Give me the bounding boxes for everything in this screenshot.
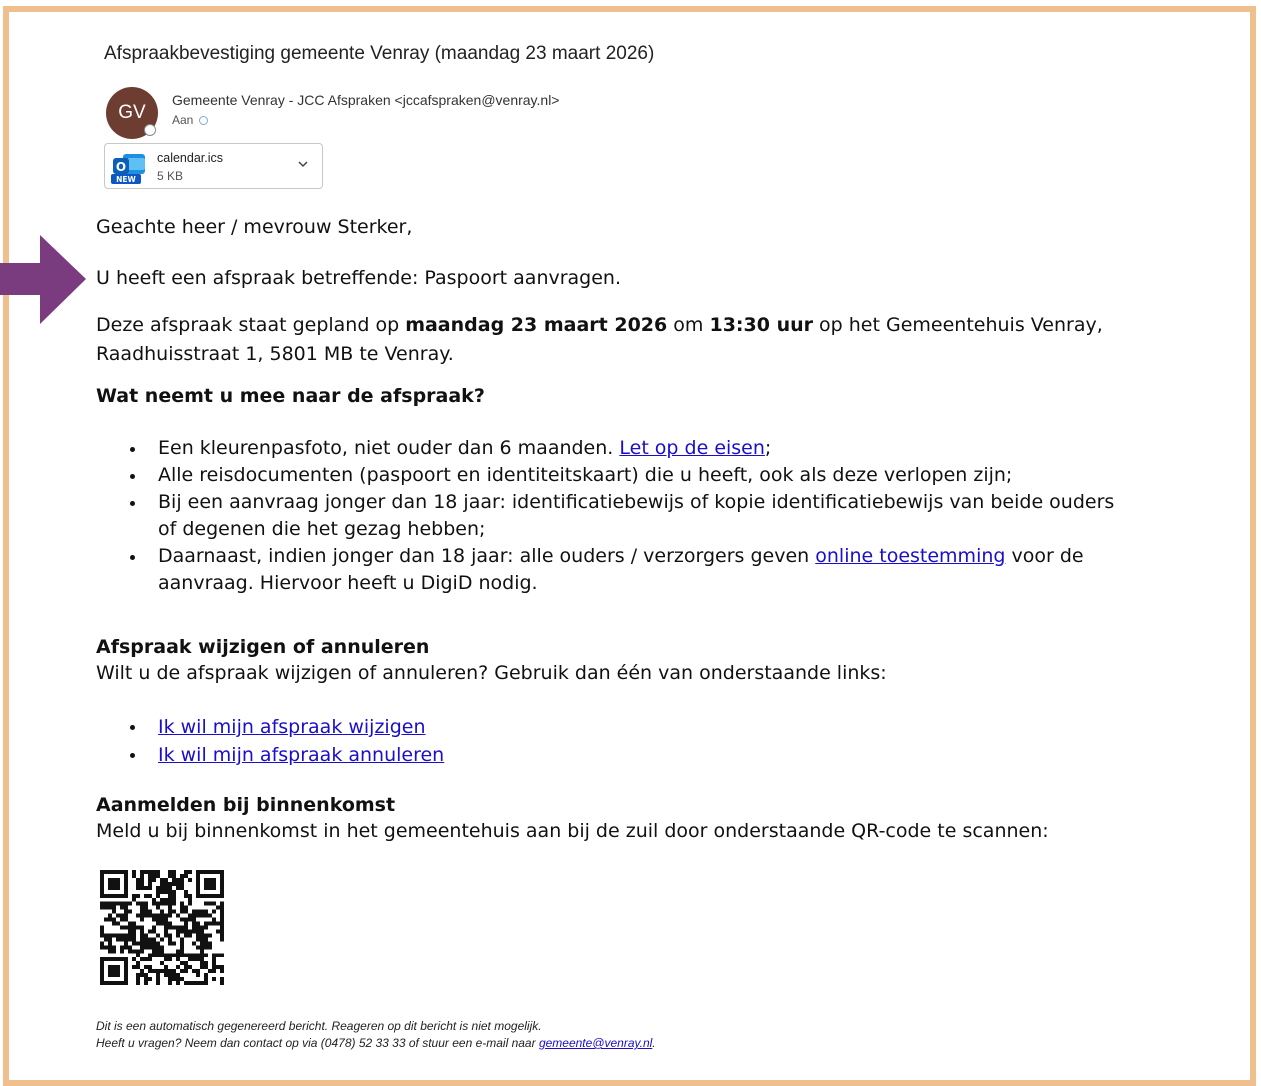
appointment-topic: U heeft een afspraak betreffende: Paspoo… [96,267,622,289]
planned-suffix: op het Gemeentehuis Venray, [813,314,1103,336]
outlook-new-icon: O NEW [111,154,145,184]
avatar-initials: GV [118,102,146,123]
svg-text:O: O [116,160,126,174]
online-consent-link[interactable]: online toestemming [815,545,1005,567]
planned-mid: om [667,314,710,336]
list-item: Ik wil mijn afspraak wijzigen [130,713,444,741]
planned-prefix: Deze afspraak staat gepland op [96,314,406,336]
cancel-appointment-link[interactable]: Ik wil mijn afspraak annuleren [158,744,444,766]
to-label: Aan [172,113,194,127]
presence-status-icon [144,124,156,136]
recipient-presence-icon[interactable] [199,115,209,125]
greeting: Geachte heer / mevrouw Sterker, [96,216,413,238]
bullet3-line2: of degenen die het gezag hebben; [158,518,486,540]
email-subject: Afspraakbevestiging gemeente Venray (maa… [104,43,655,64]
change-heading: Afspraak wijzigen of annuleren [96,636,430,658]
checkin-section: Aanmelden bij binnenkomst Meld u bij bin… [96,792,1049,844]
list-item: Een kleurenpasfoto, niet ouder dan 6 maa… [130,435,1220,462]
bullet4-text: Daarnaast, indien jonger dan 18 jaar: al… [158,545,816,567]
footer: Dit is een automatisch gegenereerd beric… [96,1018,656,1052]
attachment-card[interactable]: O NEW calendar.ics 5 KB [104,143,323,189]
bullet1-text: Een kleurenpasfoto, niet ouder dan 6 maa… [158,437,620,459]
qr-code [100,870,224,985]
footer-line2-end: . [652,1036,656,1050]
bullet4-end: voor de [1005,545,1084,567]
arrow-pointer-icon [0,235,86,324]
list-item: Ik wil mijn afspraak annuleren [130,741,444,769]
footer-line2: Heeft u vragen? Neem dan contact op via … [96,1036,539,1050]
list-item: Alle reisdocumenten (paspoort en identit… [130,462,1220,489]
checkin-text: Meld u bij binnenkomst in het gemeentehu… [96,820,1049,842]
change-text: Wilt u de afspraak wijzigen of annuleren… [96,662,887,684]
bring-heading: Wat neemt u mee naar de afspraak? [96,385,485,407]
change-links: Ik wil mijn afspraak wijzigen Ik wil mij… [130,713,444,769]
bring-list: Een kleurenpasfoto, niet ouder dan 6 maa… [130,435,1220,597]
recipient-line: Aan [172,113,209,127]
bullet1-end: ; [764,437,772,459]
attachment-size: 5 KB [157,169,184,183]
bullet4-line2: aanvraag. Hiervoor heeft u DigiD nodig. [158,572,538,594]
footer-line1: Dit is een automatisch gegenereerd beric… [96,1019,542,1033]
appointment-details: Deze afspraak staat gepland op maandag 2… [96,311,1103,369]
bullet3-line1: Bij een aanvraag jonger dan 18 jaar: ide… [158,491,1115,513]
checkin-heading: Aanmelden bij binnenkomst [96,794,396,816]
planned-address: Raadhuisstraat 1, 5801 MB te Venray. [96,343,454,365]
planned-date: maandag 23 maart 2026 [405,314,668,336]
svg-text:NEW: NEW [116,175,136,184]
change-section: Afspraak wijzigen of annuleren Wilt u de… [96,634,887,686]
list-item: Bij een aanvraag jonger dan 18 jaar: ide… [130,489,1220,543]
chevron-down-icon[interactable] [296,157,310,171]
bring-section: Wat neemt u mee naar de afspraak? [96,385,485,407]
attachment-name: calendar.ics [157,151,224,165]
planned-time: 13:30 uur [709,314,813,336]
list-item: Daarnaast, indien jonger dan 18 jaar: al… [130,543,1220,597]
change-appointment-link[interactable]: Ik wil mijn afspraak wijzigen [158,716,426,738]
footer-email-link[interactable]: gemeente@venray.nl [539,1036,652,1050]
requirements-link[interactable]: Let op de eisen [619,437,765,459]
sender[interactable]: Gemeente Venray - JCC Afspraken <jccafsp… [172,92,559,108]
